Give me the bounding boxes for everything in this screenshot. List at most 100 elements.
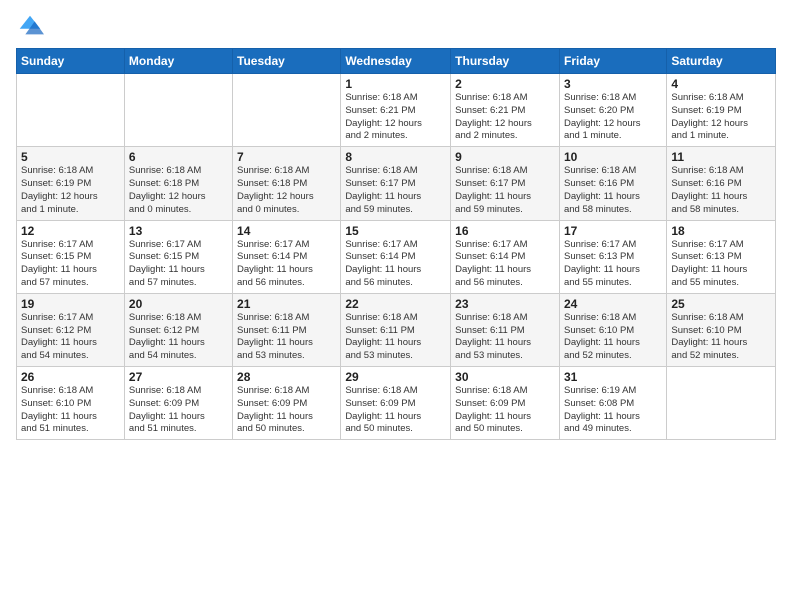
calendar-cell: 8Sunrise: 6:18 AMSunset: 6:17 PMDaylight…	[341, 147, 451, 220]
weekday-header: Monday	[124, 49, 232, 74]
day-number: 21	[237, 297, 336, 311]
day-number: 23	[455, 297, 555, 311]
calendar-cell	[124, 74, 232, 147]
calendar-cell: 17Sunrise: 6:17 AMSunset: 6:13 PMDayligh…	[559, 220, 666, 293]
day-info: Sunrise: 6:18 AMSunset: 6:11 PMDaylight:…	[345, 312, 446, 363]
day-info: Sunrise: 6:18 AMSunset: 6:18 PMDaylight:…	[237, 165, 336, 216]
calendar-cell: 24Sunrise: 6:18 AMSunset: 6:10 PMDayligh…	[559, 293, 666, 366]
day-info: Sunrise: 6:18 AMSunset: 6:09 PMDaylight:…	[345, 385, 446, 436]
calendar-week-row: 1Sunrise: 6:18 AMSunset: 6:21 PMDaylight…	[17, 74, 776, 147]
day-info: Sunrise: 6:17 AMSunset: 6:14 PMDaylight:…	[455, 239, 555, 290]
day-number: 19	[21, 297, 120, 311]
weekday-header: Thursday	[451, 49, 560, 74]
day-info: Sunrise: 6:18 AMSunset: 6:10 PMDaylight:…	[671, 312, 771, 363]
day-number: 3	[564, 77, 662, 91]
day-number: 4	[671, 77, 771, 91]
day-number: 29	[345, 370, 446, 384]
day-info: Sunrise: 6:18 AMSunset: 6:21 PMDaylight:…	[455, 92, 555, 143]
calendar-week-row: 12Sunrise: 6:17 AMSunset: 6:15 PMDayligh…	[17, 220, 776, 293]
calendar-cell: 18Sunrise: 6:17 AMSunset: 6:13 PMDayligh…	[667, 220, 776, 293]
calendar-cell: 1Sunrise: 6:18 AMSunset: 6:21 PMDaylight…	[341, 74, 451, 147]
day-number: 15	[345, 224, 446, 238]
day-info: Sunrise: 6:17 AMSunset: 6:14 PMDaylight:…	[237, 239, 336, 290]
day-number: 8	[345, 150, 446, 164]
calendar-cell: 16Sunrise: 6:17 AMSunset: 6:14 PMDayligh…	[451, 220, 560, 293]
weekday-header: Wednesday	[341, 49, 451, 74]
day-info: Sunrise: 6:18 AMSunset: 6:11 PMDaylight:…	[455, 312, 555, 363]
calendar-cell	[17, 74, 125, 147]
day-number: 1	[345, 77, 446, 91]
logo-icon	[16, 12, 44, 40]
day-number: 22	[345, 297, 446, 311]
calendar-cell: 11Sunrise: 6:18 AMSunset: 6:16 PMDayligh…	[667, 147, 776, 220]
day-number: 25	[671, 297, 771, 311]
day-info: Sunrise: 6:18 AMSunset: 6:18 PMDaylight:…	[129, 165, 228, 216]
calendar-cell	[233, 74, 341, 147]
calendar-cell: 30Sunrise: 6:18 AMSunset: 6:09 PMDayligh…	[451, 367, 560, 440]
day-number: 10	[564, 150, 662, 164]
day-number: 9	[455, 150, 555, 164]
day-info: Sunrise: 6:18 AMSunset: 6:12 PMDaylight:…	[129, 312, 228, 363]
day-info: Sunrise: 6:18 AMSunset: 6:10 PMDaylight:…	[21, 385, 120, 436]
calendar-cell: 15Sunrise: 6:17 AMSunset: 6:14 PMDayligh…	[341, 220, 451, 293]
day-info: Sunrise: 6:18 AMSunset: 6:09 PMDaylight:…	[455, 385, 555, 436]
day-number: 28	[237, 370, 336, 384]
calendar-cell: 27Sunrise: 6:18 AMSunset: 6:09 PMDayligh…	[124, 367, 232, 440]
calendar-cell: 2Sunrise: 6:18 AMSunset: 6:21 PMDaylight…	[451, 74, 560, 147]
calendar-cell: 4Sunrise: 6:18 AMSunset: 6:19 PMDaylight…	[667, 74, 776, 147]
day-number: 6	[129, 150, 228, 164]
calendar-cell: 7Sunrise: 6:18 AMSunset: 6:18 PMDaylight…	[233, 147, 341, 220]
day-info: Sunrise: 6:18 AMSunset: 6:21 PMDaylight:…	[345, 92, 446, 143]
calendar-cell: 21Sunrise: 6:18 AMSunset: 6:11 PMDayligh…	[233, 293, 341, 366]
logo	[16, 12, 46, 40]
day-number: 5	[21, 150, 120, 164]
day-info: Sunrise: 6:18 AMSunset: 6:20 PMDaylight:…	[564, 92, 662, 143]
day-info: Sunrise: 6:18 AMSunset: 6:17 PMDaylight:…	[455, 165, 555, 216]
day-number: 11	[671, 150, 771, 164]
calendar-cell: 26Sunrise: 6:18 AMSunset: 6:10 PMDayligh…	[17, 367, 125, 440]
day-info: Sunrise: 6:18 AMSunset: 6:19 PMDaylight:…	[671, 92, 771, 143]
day-number: 14	[237, 224, 336, 238]
day-number: 24	[564, 297, 662, 311]
calendar-header-row: SundayMondayTuesdayWednesdayThursdayFrid…	[17, 49, 776, 74]
calendar-cell: 10Sunrise: 6:18 AMSunset: 6:16 PMDayligh…	[559, 147, 666, 220]
day-number: 26	[21, 370, 120, 384]
calendar-cell: 3Sunrise: 6:18 AMSunset: 6:20 PMDaylight…	[559, 74, 666, 147]
day-number: 16	[455, 224, 555, 238]
calendar-table: SundayMondayTuesdayWednesdayThursdayFrid…	[16, 48, 776, 440]
day-info: Sunrise: 6:19 AMSunset: 6:08 PMDaylight:…	[564, 385, 662, 436]
calendar-week-row: 26Sunrise: 6:18 AMSunset: 6:10 PMDayligh…	[17, 367, 776, 440]
day-number: 7	[237, 150, 336, 164]
day-info: Sunrise: 6:18 AMSunset: 6:16 PMDaylight:…	[671, 165, 771, 216]
calendar-cell: 29Sunrise: 6:18 AMSunset: 6:09 PMDayligh…	[341, 367, 451, 440]
calendar-cell: 23Sunrise: 6:18 AMSunset: 6:11 PMDayligh…	[451, 293, 560, 366]
calendar-cell: 28Sunrise: 6:18 AMSunset: 6:09 PMDayligh…	[233, 367, 341, 440]
day-number: 2	[455, 77, 555, 91]
day-info: Sunrise: 6:18 AMSunset: 6:09 PMDaylight:…	[129, 385, 228, 436]
calendar-cell: 12Sunrise: 6:17 AMSunset: 6:15 PMDayligh…	[17, 220, 125, 293]
day-number: 31	[564, 370, 662, 384]
day-info: Sunrise: 6:17 AMSunset: 6:14 PMDaylight:…	[345, 239, 446, 290]
day-info: Sunrise: 6:18 AMSunset: 6:09 PMDaylight:…	[237, 385, 336, 436]
calendar-cell: 25Sunrise: 6:18 AMSunset: 6:10 PMDayligh…	[667, 293, 776, 366]
weekday-header: Friday	[559, 49, 666, 74]
day-info: Sunrise: 6:17 AMSunset: 6:15 PMDaylight:…	[21, 239, 120, 290]
day-info: Sunrise: 6:17 AMSunset: 6:13 PMDaylight:…	[671, 239, 771, 290]
page-container: SundayMondayTuesdayWednesdayThursdayFrid…	[0, 0, 792, 612]
day-info: Sunrise: 6:17 AMSunset: 6:12 PMDaylight:…	[21, 312, 120, 363]
day-info: Sunrise: 6:18 AMSunset: 6:17 PMDaylight:…	[345, 165, 446, 216]
day-info: Sunrise: 6:18 AMSunset: 6:10 PMDaylight:…	[564, 312, 662, 363]
calendar-cell: 20Sunrise: 6:18 AMSunset: 6:12 PMDayligh…	[124, 293, 232, 366]
calendar-cell: 31Sunrise: 6:19 AMSunset: 6:08 PMDayligh…	[559, 367, 666, 440]
day-number: 30	[455, 370, 555, 384]
calendar-cell: 14Sunrise: 6:17 AMSunset: 6:14 PMDayligh…	[233, 220, 341, 293]
day-number: 20	[129, 297, 228, 311]
header	[16, 12, 776, 40]
weekday-header: Tuesday	[233, 49, 341, 74]
weekday-header: Sunday	[17, 49, 125, 74]
day-info: Sunrise: 6:17 AMSunset: 6:15 PMDaylight:…	[129, 239, 228, 290]
day-number: 27	[129, 370, 228, 384]
calendar-cell: 13Sunrise: 6:17 AMSunset: 6:15 PMDayligh…	[124, 220, 232, 293]
day-info: Sunrise: 6:18 AMSunset: 6:19 PMDaylight:…	[21, 165, 120, 216]
day-info: Sunrise: 6:18 AMSunset: 6:11 PMDaylight:…	[237, 312, 336, 363]
